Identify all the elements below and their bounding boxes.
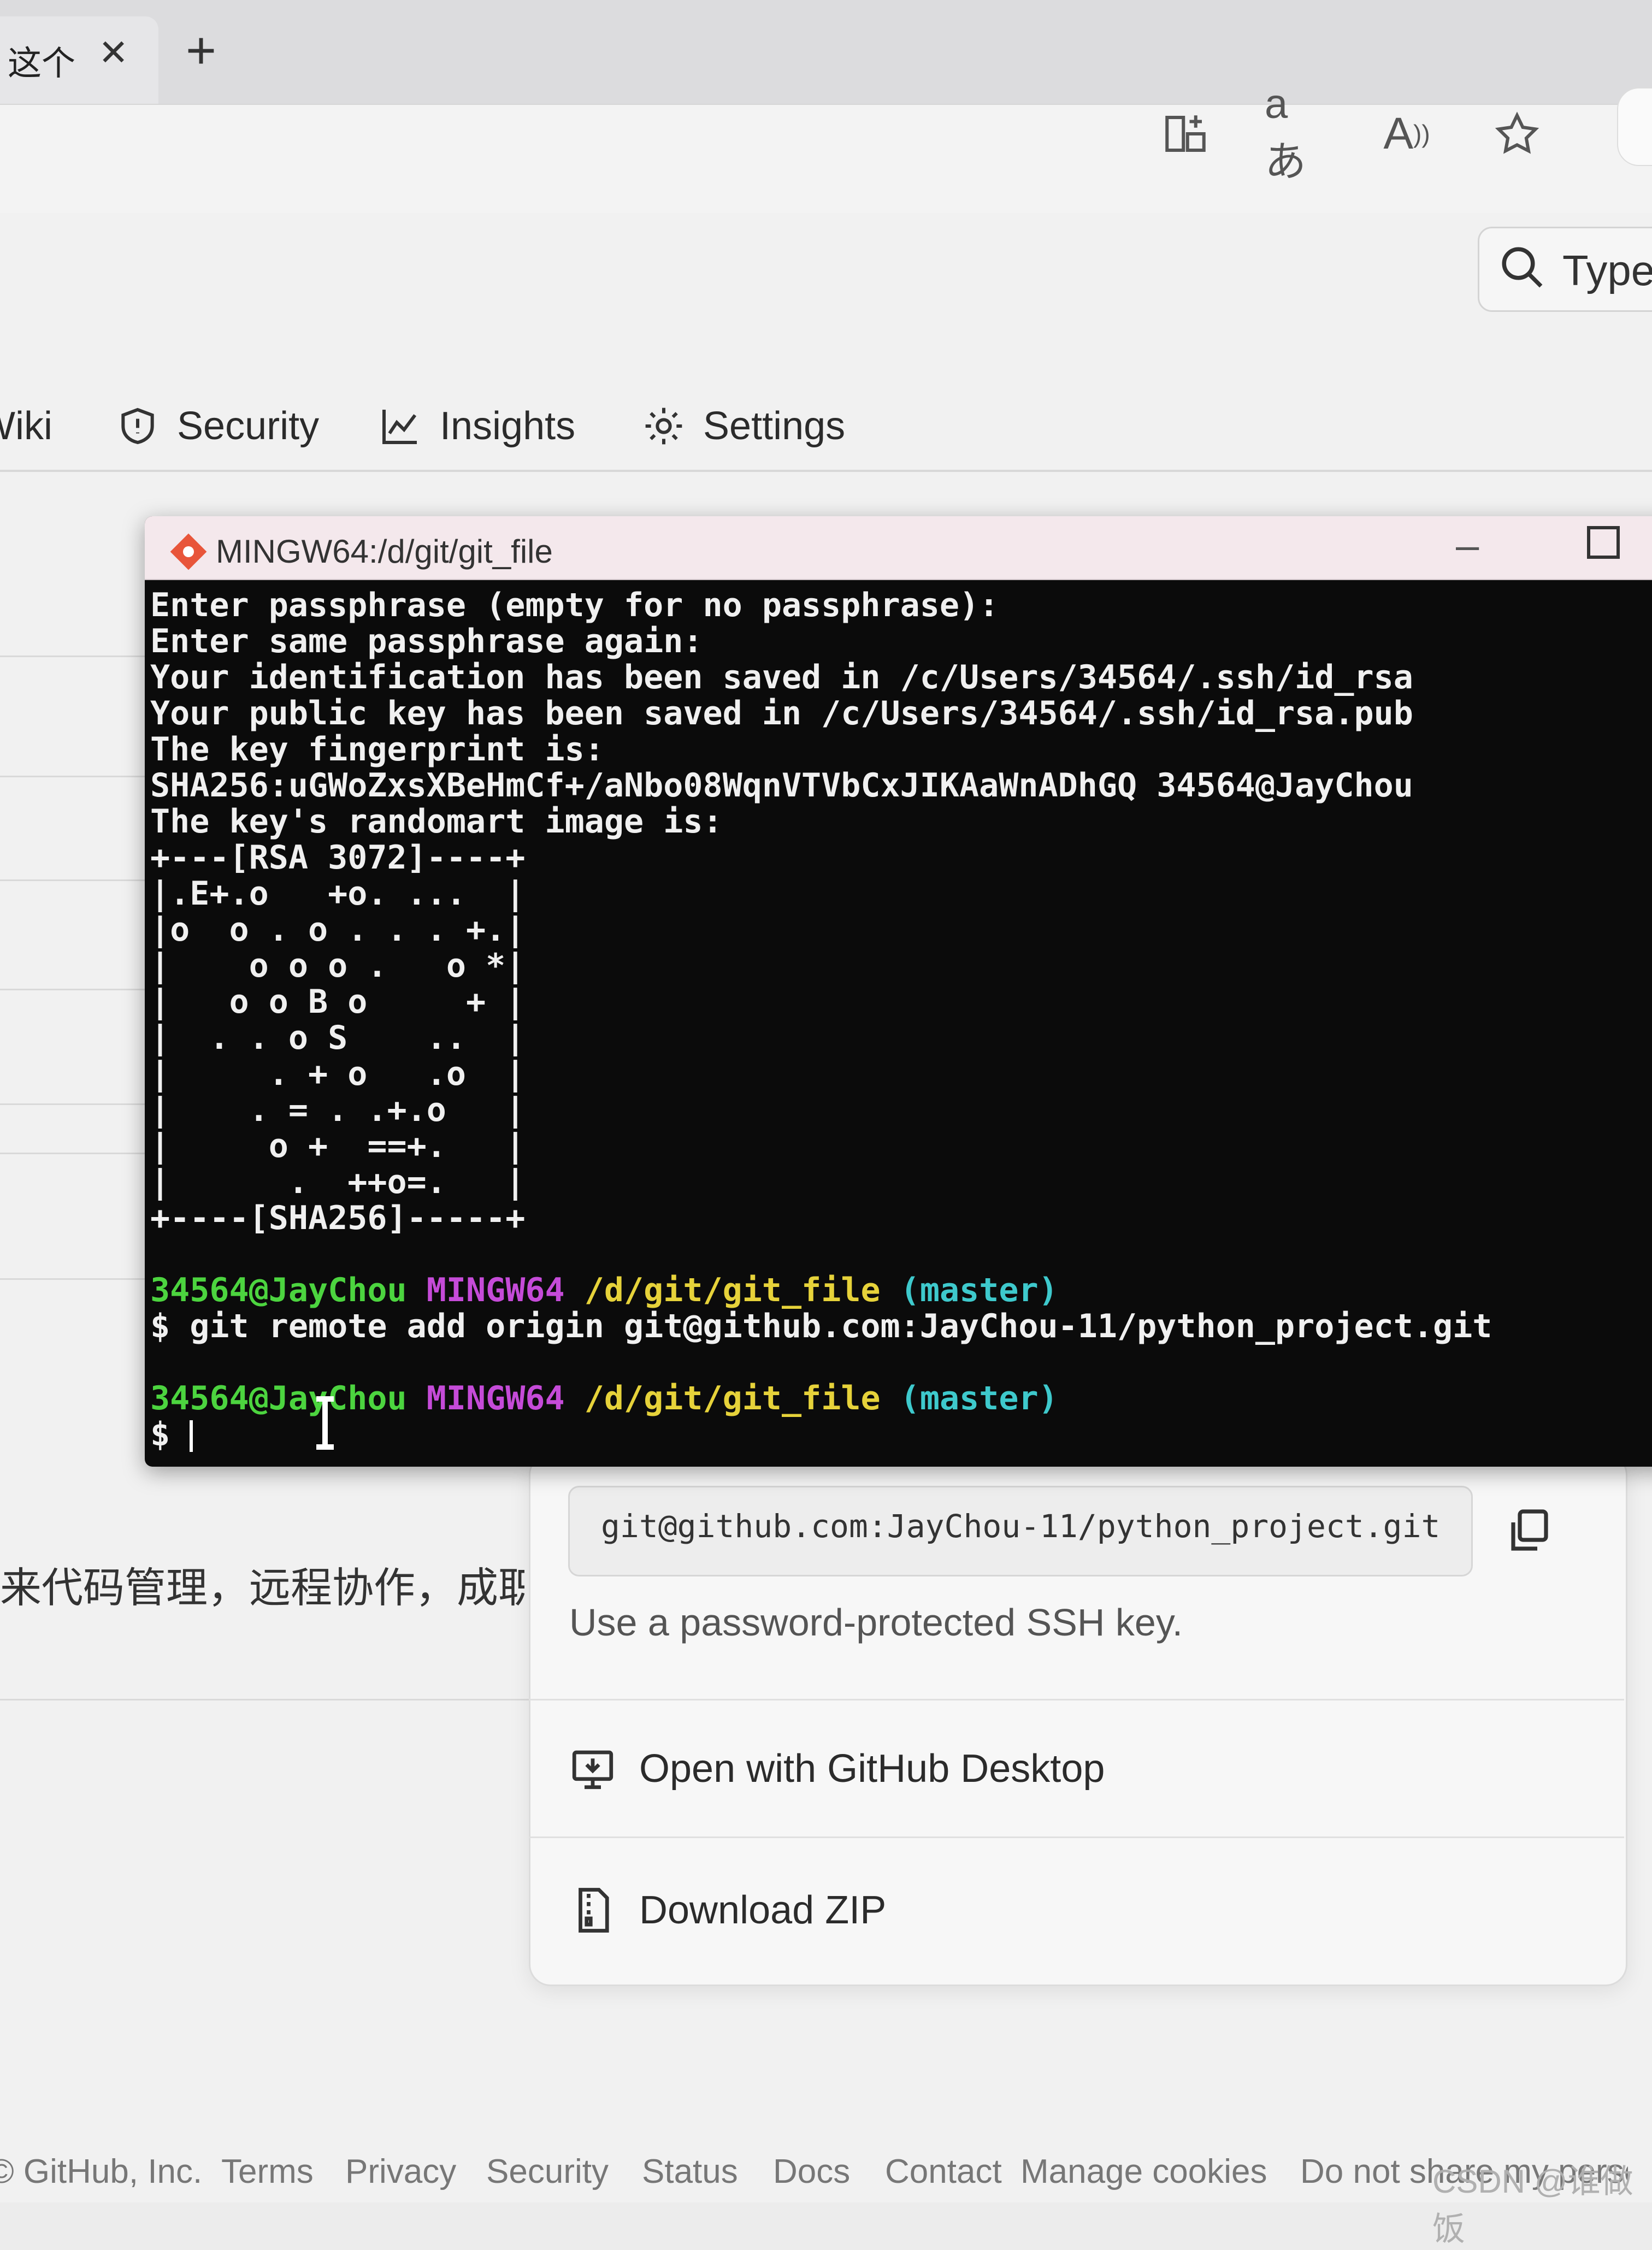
tab-settings-label: Settings (703, 404, 846, 448)
mouse-ibeam-cursor-icon (316, 1396, 334, 1450)
tab-security[interactable]: Security (116, 393, 319, 459)
readme-divider (0, 1699, 529, 1700)
tab-security-label: Security (177, 404, 320, 448)
file-row-divider (0, 776, 158, 777)
tab-title: 这个 (8, 45, 76, 82)
terminal-line: |o o . o . . . +.| (150, 911, 526, 949)
terminal-line: | . . o S .. | (150, 1019, 526, 1057)
clone-url-text: git@github.com:JayChou-11/python_project… (601, 1508, 1441, 1545)
terminal-line: +---[RSA 3072]----+ (150, 838, 526, 877)
terminal-line: Your identification has been saved in /c… (150, 658, 1413, 696)
tab-settings[interactable]: Settings (642, 393, 845, 459)
terminal-window[interactable]: MINGW64:/d/git/git_file – Enter passphra… (145, 516, 1652, 1467)
prompt-branch: (master) (900, 1379, 1058, 1418)
footer-terms-link[interactable]: Terms (221, 2152, 314, 2191)
terminal-line: |.E+.o +o. ... | (150, 875, 526, 913)
tab-wiki[interactable]: Wiki (0, 393, 52, 459)
desktop-download-icon (572, 1750, 613, 1790)
tab-strip (0, 0, 1652, 109)
gear-icon (645, 408, 682, 445)
file-row-divider (0, 989, 158, 990)
shield-icon (121, 408, 154, 445)
download-zip-button[interactable]: Download ZIP (568, 1877, 886, 1943)
terminal-line: Enter passphrase (empty for no passphras… (150, 586, 999, 624)
toolbar-extension-pill[interactable] (1617, 87, 1652, 166)
split-screen-icon[interactable] (1155, 104, 1216, 164)
new-tab-button[interactable]: + (186, 21, 216, 81)
search-icon (1502, 247, 1543, 288)
terminal-line: | . ++o=. | (150, 1163, 526, 1201)
prompt-user: 34564@JayChou (150, 1271, 407, 1309)
search-placeholder: Type (1562, 246, 1652, 294)
terminal-line: | o o o . o *| (150, 947, 526, 985)
terminal-line: Enter same passphrase again: (150, 622, 703, 660)
terminal-command: $ git remote add origin git@github.com:J… (150, 1307, 1492, 1345)
prompt-path: /d/git/git_file (584, 1379, 881, 1418)
graph-icon (382, 410, 417, 444)
prompt-path: /d/git/git_file (584, 1271, 881, 1309)
file-zip-icon (579, 1888, 609, 1933)
prompt-user: 34564@JayChou (150, 1379, 407, 1418)
tab-insights[interactable]: Insights (379, 393, 575, 459)
terminal-prompt: 34564@JayChou MINGW64 /d/git/git_file (m… (150, 1380, 1492, 1416)
terminal-line: | o + ==+. | (150, 1127, 526, 1165)
footer-manage-cookies-link[interactable]: Manage cookies (1020, 2152, 1267, 2191)
terminal-input-line[interactable]: $ (150, 1416, 1492, 1452)
footer-security-link[interactable]: Security (486, 2152, 609, 2191)
footer-contact-link[interactable]: Contact (885, 2152, 1002, 2191)
terminal-title: MINGW64:/d/git/git_file (216, 533, 553, 570)
terminal-prompt: 34564@JayChou MINGW64 /d/git/git_file (m… (150, 1272, 1492, 1308)
tab-wiki-label: Wiki (0, 404, 52, 448)
file-row-divider (0, 1103, 158, 1105)
download-zip-label: Download ZIP (639, 1888, 887, 1932)
text-cursor (190, 1420, 193, 1452)
tab-close-icon[interactable]: ✕ (98, 32, 128, 74)
prompt-env: MINGW64 (426, 1379, 565, 1418)
footer-status-link[interactable]: Status (642, 2152, 738, 2191)
prompt-env: MINGW64 (426, 1271, 565, 1309)
terminal-line: Your public key has been saved in /c/Use… (150, 694, 1413, 733)
read-aloud-icon[interactable]: A)) (1377, 104, 1437, 164)
file-row-divider (0, 879, 158, 881)
terminal-line: | o o B o + | (150, 983, 526, 1021)
terminal-output: Enter passphrase (empty for no passphras… (150, 587, 1492, 1452)
terminal-title-bar[interactable]: MINGW64:/d/git/git_file – (145, 516, 1652, 580)
file-row-divider (0, 655, 158, 657)
terminal-line: The key's randomart image is: (150, 802, 723, 841)
terminal-line: | . = . .+.o | (150, 1091, 526, 1129)
terminal-command: $ (150, 1415, 190, 1454)
copy-icon[interactable] (1502, 1505, 1555, 1557)
terminal-line: The key fingerprint is: (150, 730, 604, 769)
repo-description: 来代码管理，远程协作，成职 (0, 1565, 524, 1611)
file-row-divider (0, 1153, 158, 1154)
footer-docs-link[interactable]: Docs (773, 2152, 850, 2191)
favorite-star-icon[interactable] (1487, 104, 1547, 164)
footer-privacy-link[interactable]: Privacy (345, 2152, 456, 2191)
nav-divider (0, 470, 1652, 472)
tab-insights-label: Insights (440, 404, 576, 448)
prompt-branch: (master) (900, 1271, 1058, 1309)
footer-copyright: © GitHub, Inc. (0, 2153, 203, 2190)
file-row-divider (0, 1278, 158, 1280)
csdn-watermark: CSDN @谁做饭 (1432, 2163, 1633, 2247)
dropdown-divider (529, 1699, 1624, 1700)
open-github-desktop-label: Open with GitHub Desktop (639, 1747, 1105, 1791)
open-github-desktop-button[interactable]: Open with GitHub Desktop (568, 1736, 1105, 1802)
terminal-line: SHA256:uGWoZxsXBeHmCf+/aNbo08WqnVTVbCxJI… (150, 766, 1413, 805)
ssh-hint-text: Use a password-protected SSH key. (569, 1601, 1183, 1644)
git-logo-icon (170, 533, 207, 570)
dropdown-divider (529, 1836, 1624, 1838)
terminal-line: | . + o .o | (150, 1055, 526, 1093)
maximize-icon[interactable] (1587, 526, 1620, 559)
minimize-icon[interactable]: – (1456, 522, 1479, 569)
translate-icon[interactable]: aあ (1265, 81, 1325, 185)
terminal-line: +----[SHA256]-----+ (150, 1199, 526, 1237)
